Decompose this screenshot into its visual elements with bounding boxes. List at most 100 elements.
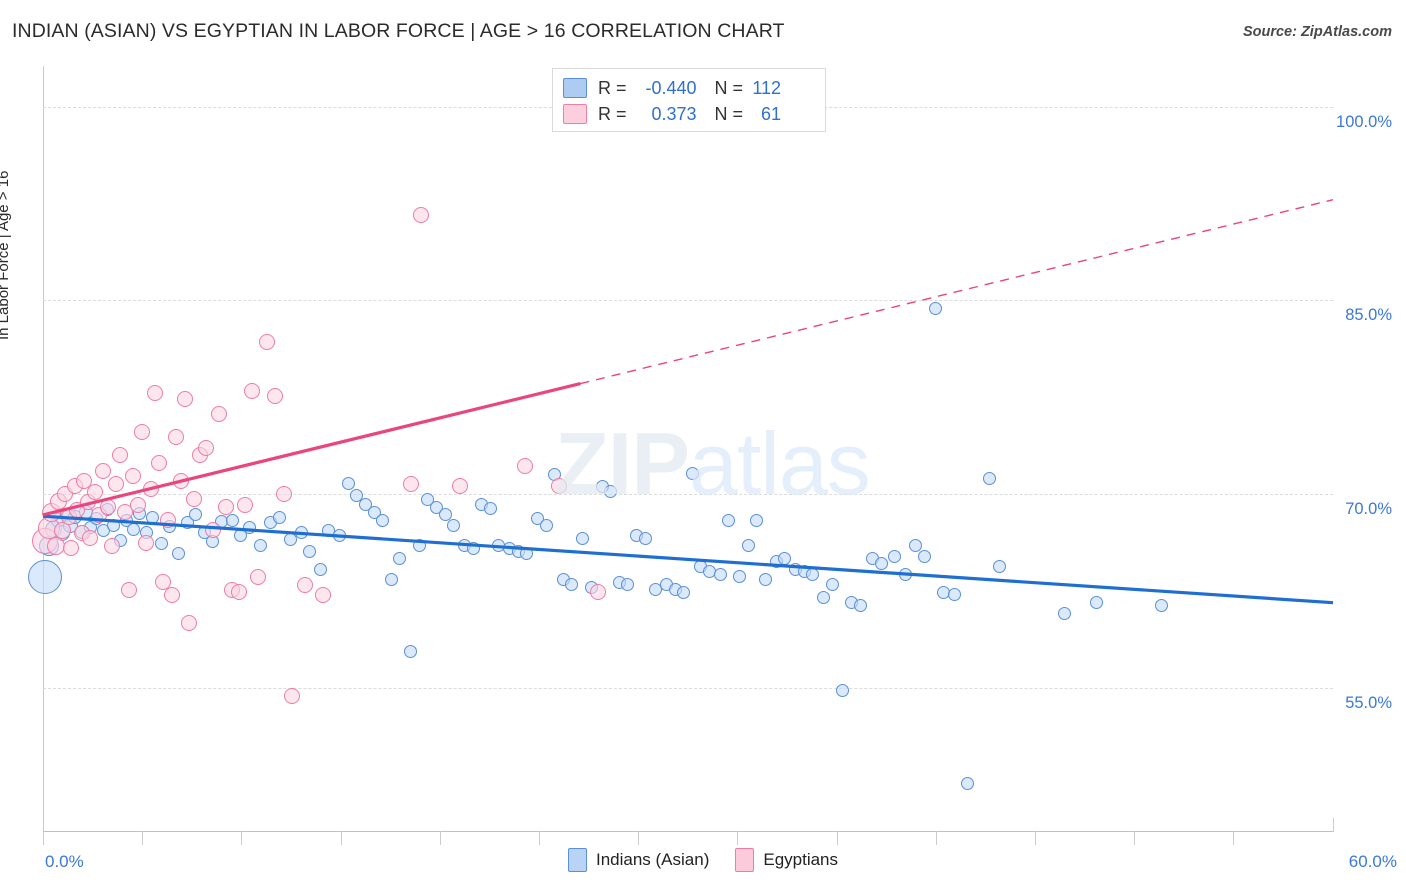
data-point[interactable] <box>982 472 996 486</box>
data-point[interactable] <box>154 536 168 550</box>
data-point[interactable] <box>129 496 146 513</box>
data-point[interactable] <box>151 455 168 472</box>
data-point[interactable] <box>250 568 266 585</box>
data-point[interactable] <box>875 557 888 571</box>
data-point[interactable] <box>138 535 155 552</box>
data-point[interactable] <box>722 513 736 527</box>
data-point[interactable] <box>258 333 275 350</box>
data-point[interactable] <box>376 513 390 527</box>
data-point[interactable] <box>107 518 121 532</box>
data-point[interactable] <box>685 467 699 481</box>
data-point[interactable] <box>993 560 1007 574</box>
data-point[interactable] <box>230 584 247 601</box>
data-point[interactable] <box>589 584 606 601</box>
data-point[interactable] <box>121 581 137 598</box>
data-point[interactable] <box>211 406 228 423</box>
data-point[interactable] <box>565 578 579 592</box>
data-point[interactable] <box>677 585 691 599</box>
data-point[interactable] <box>806 567 820 581</box>
data-point[interactable] <box>168 429 185 446</box>
data-point[interactable] <box>86 483 103 500</box>
data-point[interactable] <box>412 539 426 553</box>
data-point[interactable] <box>314 586 331 603</box>
data-point[interactable] <box>126 522 140 536</box>
data-point[interactable] <box>125 468 142 485</box>
data-point[interactable] <box>275 486 292 503</box>
data-point[interactable] <box>82 530 99 547</box>
data-point[interactable] <box>516 457 533 474</box>
data-point[interactable] <box>294 526 308 540</box>
data-point[interactable] <box>551 478 567 495</box>
data-point[interactable] <box>621 578 635 592</box>
data-point[interactable] <box>164 586 180 603</box>
data-point[interactable] <box>284 687 301 704</box>
legend-item-indians[interactable]: Indians (Asian) <box>567 848 709 872</box>
data-point[interactable] <box>95 462 112 479</box>
data-point[interactable] <box>713 567 727 581</box>
data-point[interactable] <box>185 491 202 508</box>
data-point[interactable] <box>297 576 314 593</box>
data-point[interactable] <box>750 513 764 527</box>
data-point[interactable] <box>237 496 254 513</box>
data-point[interactable] <box>146 510 160 524</box>
data-point[interactable] <box>242 521 256 535</box>
data-point[interactable] <box>333 529 347 543</box>
data-point[interactable] <box>413 207 430 224</box>
data-point[interactable] <box>28 559 63 594</box>
data-point[interactable] <box>225 513 239 527</box>
data-point[interactable] <box>402 475 419 492</box>
data-point[interactable] <box>576 531 590 545</box>
data-point[interactable] <box>452 478 469 495</box>
data-point[interactable] <box>99 499 116 516</box>
data-point[interactable] <box>887 549 901 563</box>
data-point[interactable] <box>384 572 398 586</box>
data-point[interactable] <box>447 518 461 532</box>
data-point[interactable] <box>520 547 534 561</box>
data-point[interactable] <box>103 537 120 554</box>
data-point[interactable] <box>341 477 355 491</box>
data-point[interactable] <box>466 541 480 555</box>
data-point[interactable] <box>853 598 867 612</box>
data-point[interactable] <box>539 518 553 532</box>
data-point[interactable] <box>176 390 193 407</box>
data-point[interactable] <box>313 562 327 576</box>
data-point[interactable] <box>146 385 163 402</box>
data-point[interactable] <box>243 382 260 399</box>
data-point[interactable] <box>928 301 942 315</box>
data-point[interactable] <box>393 552 407 566</box>
data-point[interactable] <box>204 522 221 539</box>
data-point[interactable] <box>62 540 79 557</box>
data-point[interactable] <box>404 645 418 659</box>
data-point[interactable] <box>253 539 267 553</box>
legend-item-egyptians[interactable]: Egyptians <box>735 848 838 872</box>
data-point[interactable] <box>825 578 839 592</box>
data-point[interactable] <box>638 531 652 545</box>
data-point[interactable] <box>733 570 747 584</box>
data-point[interactable] <box>273 510 286 524</box>
data-point[interactable] <box>898 567 912 581</box>
data-point[interactable] <box>267 388 284 405</box>
data-point[interactable] <box>961 777 974 790</box>
data-point[interactable] <box>133 424 150 441</box>
data-point[interactable] <box>758 572 772 586</box>
data-point[interactable] <box>303 544 317 558</box>
data-point[interactable] <box>189 508 203 522</box>
data-point[interactable] <box>948 588 962 602</box>
data-point[interactable] <box>172 473 189 490</box>
data-point[interactable] <box>142 481 159 498</box>
data-point[interactable] <box>181 615 198 632</box>
data-point[interactable] <box>217 499 234 516</box>
data-point[interactable] <box>483 501 497 515</box>
data-point[interactable] <box>1154 598 1168 612</box>
data-point[interactable] <box>604 485 618 499</box>
data-point[interactable] <box>836 684 850 697</box>
data-point[interactable] <box>778 552 792 566</box>
data-point[interactable] <box>816 591 830 605</box>
data-point[interactable] <box>918 549 931 563</box>
data-point[interactable] <box>198 439 215 456</box>
data-point[interactable] <box>741 539 755 553</box>
data-point[interactable] <box>1090 596 1103 610</box>
data-point[interactable] <box>1057 606 1071 620</box>
data-point[interactable] <box>171 547 185 561</box>
data-point[interactable] <box>159 512 176 529</box>
